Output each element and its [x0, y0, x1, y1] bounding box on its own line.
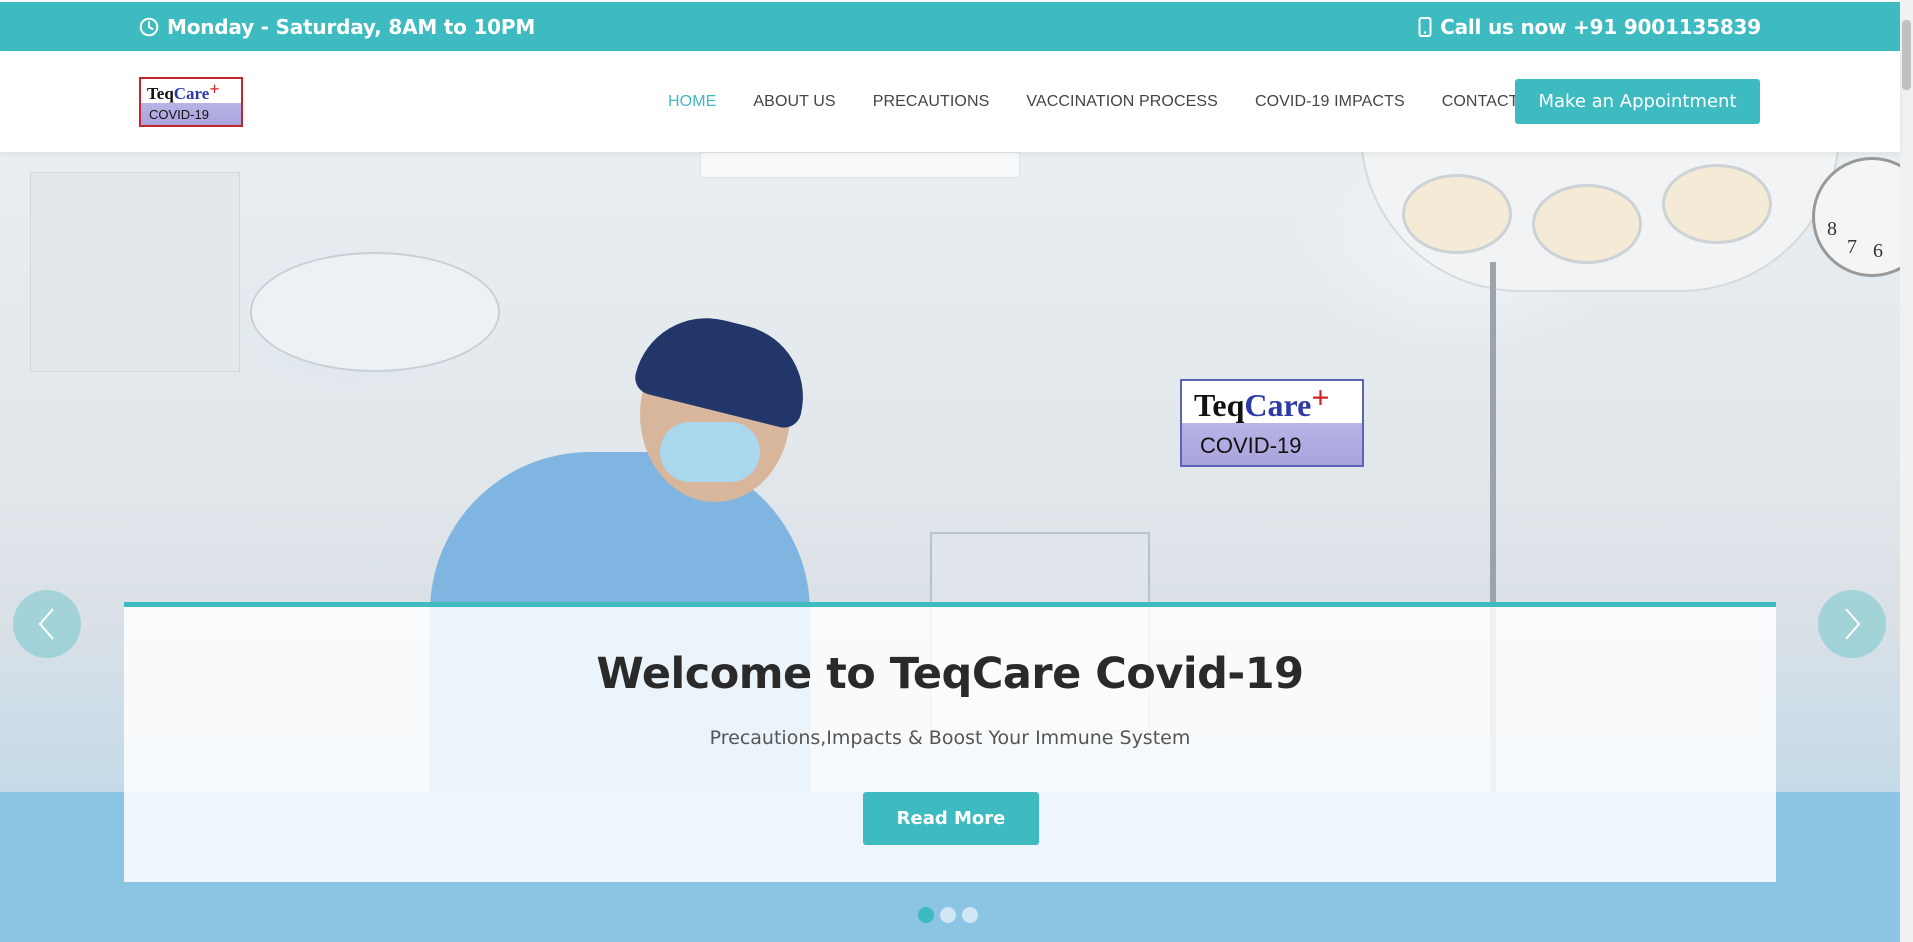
top-info-bar: Monday - Saturday, 8AM to 10PM Call us n…: [0, 2, 1900, 51]
hero-subtitle: Precautions,Impacts & Boost Your Immune …: [709, 727, 1191, 749]
hero-caption: Welcome to TeqCare Covid-19 Precautions,…: [124, 602, 1776, 882]
phone-text[interactable]: Call us now +91 9001135839: [1440, 15, 1761, 39]
main-navbar: TeqCare+ COVID-19 HOME ABOUT US PRECAUTI…: [0, 51, 1900, 152]
nav-about-us[interactable]: ABOUT US: [753, 93, 835, 111]
hero-logo-subtitle: COVID-19: [1200, 433, 1302, 458]
read-more-button[interactable]: Read More: [863, 792, 1039, 845]
nav-contact[interactable]: CONTACT: [1442, 93, 1519, 111]
make-appointment-button[interactable]: Make an Appointment: [1515, 79, 1760, 124]
phone-contact[interactable]: Call us now +91 9001135839: [1418, 2, 1761, 51]
scrollbar-thumb[interactable]: [1902, 20, 1911, 90]
hero-title: Welcome to TeqCare Covid-19: [596, 649, 1304, 699]
page-scrollbar[interactable]: [1900, 0, 1913, 942]
business-hours: Monday - Saturday, 8AM to 10PM: [139, 2, 535, 51]
slider-dot-2[interactable]: [940, 907, 956, 923]
nav-menu: HOME ABOUT US PRECAUTIONS VACCINATION PR…: [668, 51, 1519, 152]
slider-dot-1[interactable]: [918, 907, 934, 923]
nav-vaccination-process[interactable]: VACCINATION PROCESS: [1026, 93, 1218, 111]
nav-covid-impacts[interactable]: COVID-19 IMPACTS: [1255, 93, 1405, 111]
slider-dot-3[interactable]: [962, 907, 978, 923]
chevron-left-icon: [38, 608, 54, 640]
business-hours-text: Monday - Saturday, 8AM to 10PM: [167, 14, 536, 39]
mobile-phone-icon: [1418, 16, 1432, 37]
logo-subtitle: COVID-19: [149, 107, 209, 122]
background-ceiling-light: [700, 152, 1020, 178]
hero-logo-wordmark: TeqCare+: [1194, 379, 1330, 423]
hero-logo-overlay: TeqCare+ COVID-19: [1180, 379, 1364, 467]
chevron-right-icon: [1845, 608, 1861, 640]
slider-pagination: [918, 907, 978, 923]
background-surgical-lamp-right: [1360, 152, 1840, 292]
background-wall-panel: [30, 172, 240, 372]
site-logo[interactable]: TeqCare+ COVID-19: [139, 77, 243, 127]
background-surgeon-mask: [660, 422, 760, 482]
slider-next-button[interactable]: [1818, 590, 1886, 658]
clock-icon: [139, 17, 159, 36]
page: Monday - Saturday, 8AM to 10PM Call us n…: [0, 0, 1913, 942]
background-surgical-lamp-left: [250, 252, 500, 372]
nav-home[interactable]: HOME: [668, 93, 716, 111]
nav-precautions[interactable]: PRECAUTIONS: [873, 93, 990, 111]
logo-wordmark: TeqCare+: [147, 79, 220, 103]
slider-prev-button[interactable]: [13, 590, 81, 658]
